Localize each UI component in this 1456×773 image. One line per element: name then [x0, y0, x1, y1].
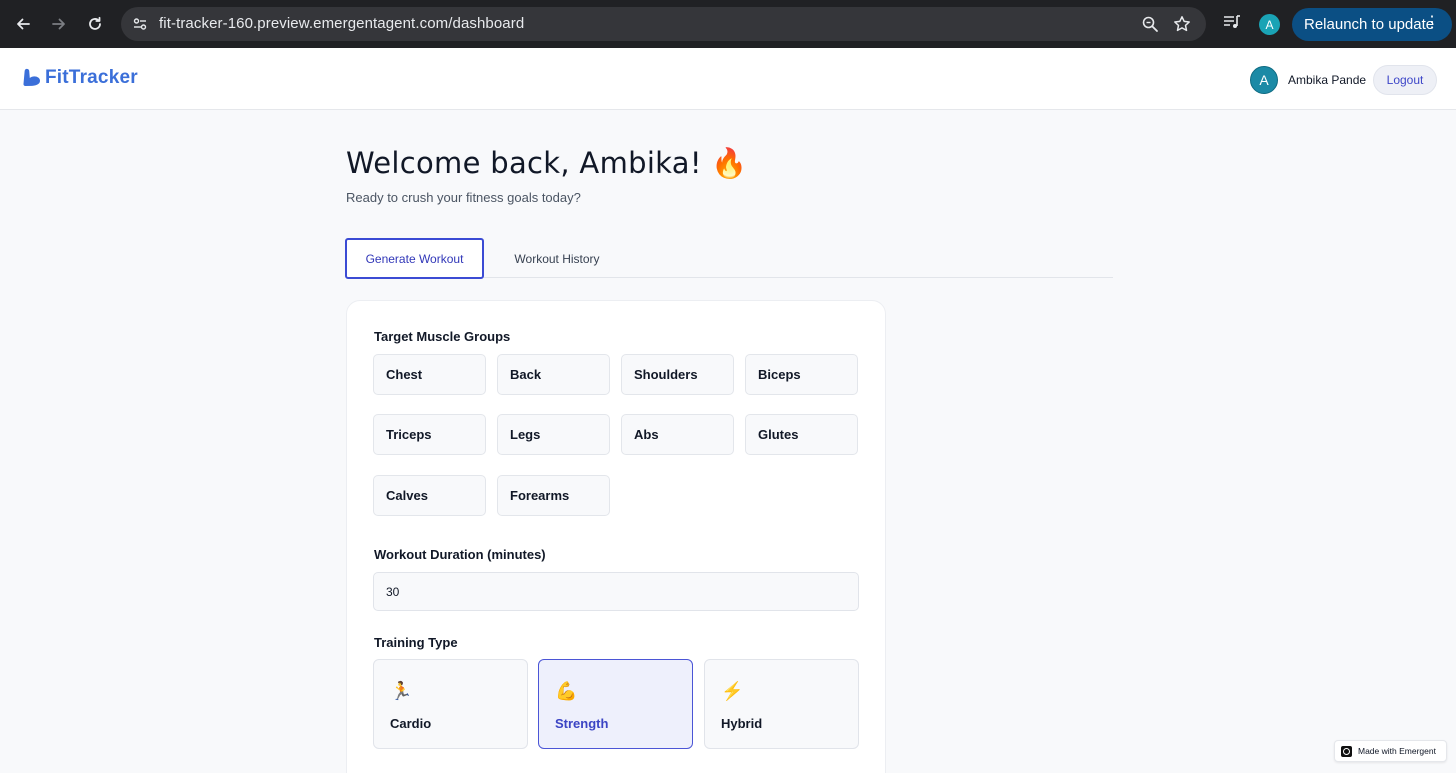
muscle-option-shoulders[interactable]: Shoulders	[621, 354, 734, 395]
address-bar[interactable]: fit-tracker-160.preview.emergentagent.co…	[121, 7, 1206, 41]
duration-label: Workout Duration (minutes)	[374, 547, 546, 562]
training-option-label: Hybrid	[721, 716, 763, 731]
bookmark-star-icon[interactable]	[1171, 13, 1193, 35]
page-subtitle: Ready to crush your fitness goals today?	[346, 190, 581, 205]
flexed-arm-logo-icon	[23, 68, 41, 86]
forward-arrow-icon[interactable]	[41, 6, 77, 42]
browser-profile-avatar[interactable]: A	[1259, 14, 1280, 35]
training-option-strength[interactable]: 💪 Strength	[538, 659, 693, 749]
tab-generate-workout[interactable]: Generate Workout	[345, 238, 484, 279]
muscle-option-abs[interactable]: Abs	[621, 414, 734, 455]
app-name: FitTracker	[45, 67, 138, 88]
muscle-option-forearms[interactable]: Forearms	[497, 475, 610, 516]
runner-icon: 🏃	[390, 681, 413, 701]
url-text[interactable]: fit-tracker-160.preview.emergentagent.co…	[159, 15, 524, 32]
muscle-option-back[interactable]: Back	[497, 354, 610, 395]
back-arrow-icon[interactable]	[5, 6, 41, 42]
zoom-icon[interactable]	[1139, 13, 1161, 35]
muscle-option-glutes[interactable]: Glutes	[745, 414, 858, 455]
muscle-groups-label: Target Muscle Groups	[374, 329, 511, 344]
flexed-bicep-icon: 💪	[555, 681, 578, 701]
media-controls-icon[interactable]	[1222, 13, 1244, 35]
site-info-icon[interactable]	[129, 13, 151, 35]
page-title: Welcome back, Ambika! 🔥	[346, 146, 748, 180]
muscle-option-biceps[interactable]: Biceps	[745, 354, 858, 395]
training-option-cardio[interactable]: 🏃 Cardio	[373, 659, 528, 749]
lightning-icon: ⚡	[721, 681, 744, 701]
logout-button[interactable]: Logout	[1373, 65, 1437, 95]
training-option-hybrid[interactable]: ⚡ Hybrid	[704, 659, 859, 749]
relaunch-button[interactable]: Relaunch to update ⋮	[1292, 8, 1452, 41]
muscle-option-triceps[interactable]: Triceps	[373, 414, 486, 455]
more-menu-icon[interactable]: ⋮	[1424, 15, 1440, 31]
muscle-option-chest[interactable]: Chest	[373, 354, 486, 395]
duration-input[interactable]: 30	[373, 572, 859, 611]
user-name: Ambika Pande	[1288, 73, 1367, 87]
made-with-emergent-badge[interactable]: Made with Emergent	[1334, 740, 1447, 762]
training-type-label: Training Type	[374, 635, 458, 650]
training-option-label: Strength	[555, 716, 609, 731]
avatar[interactable]: A	[1250, 66, 1278, 94]
emergent-logo-icon	[1341, 745, 1352, 757]
muscle-option-legs[interactable]: Legs	[497, 414, 610, 455]
relaunch-label: Relaunch to update	[1304, 16, 1435, 33]
badge-label: Made with Emergent	[1358, 746, 1436, 756]
browser-toolbar: fit-tracker-160.preview.emergentagent.co…	[0, 0, 1456, 48]
tab-workout-history[interactable]: Workout History	[500, 238, 614, 279]
training-option-label: Cardio	[390, 716, 432, 731]
app-header: FitTracker A Ambika Pande Logout	[0, 48, 1456, 110]
reload-icon[interactable]	[77, 6, 113, 42]
app-logo[interactable]: FitTracker	[22, 67, 138, 89]
muscle-option-calves[interactable]: Calves	[373, 475, 486, 516]
